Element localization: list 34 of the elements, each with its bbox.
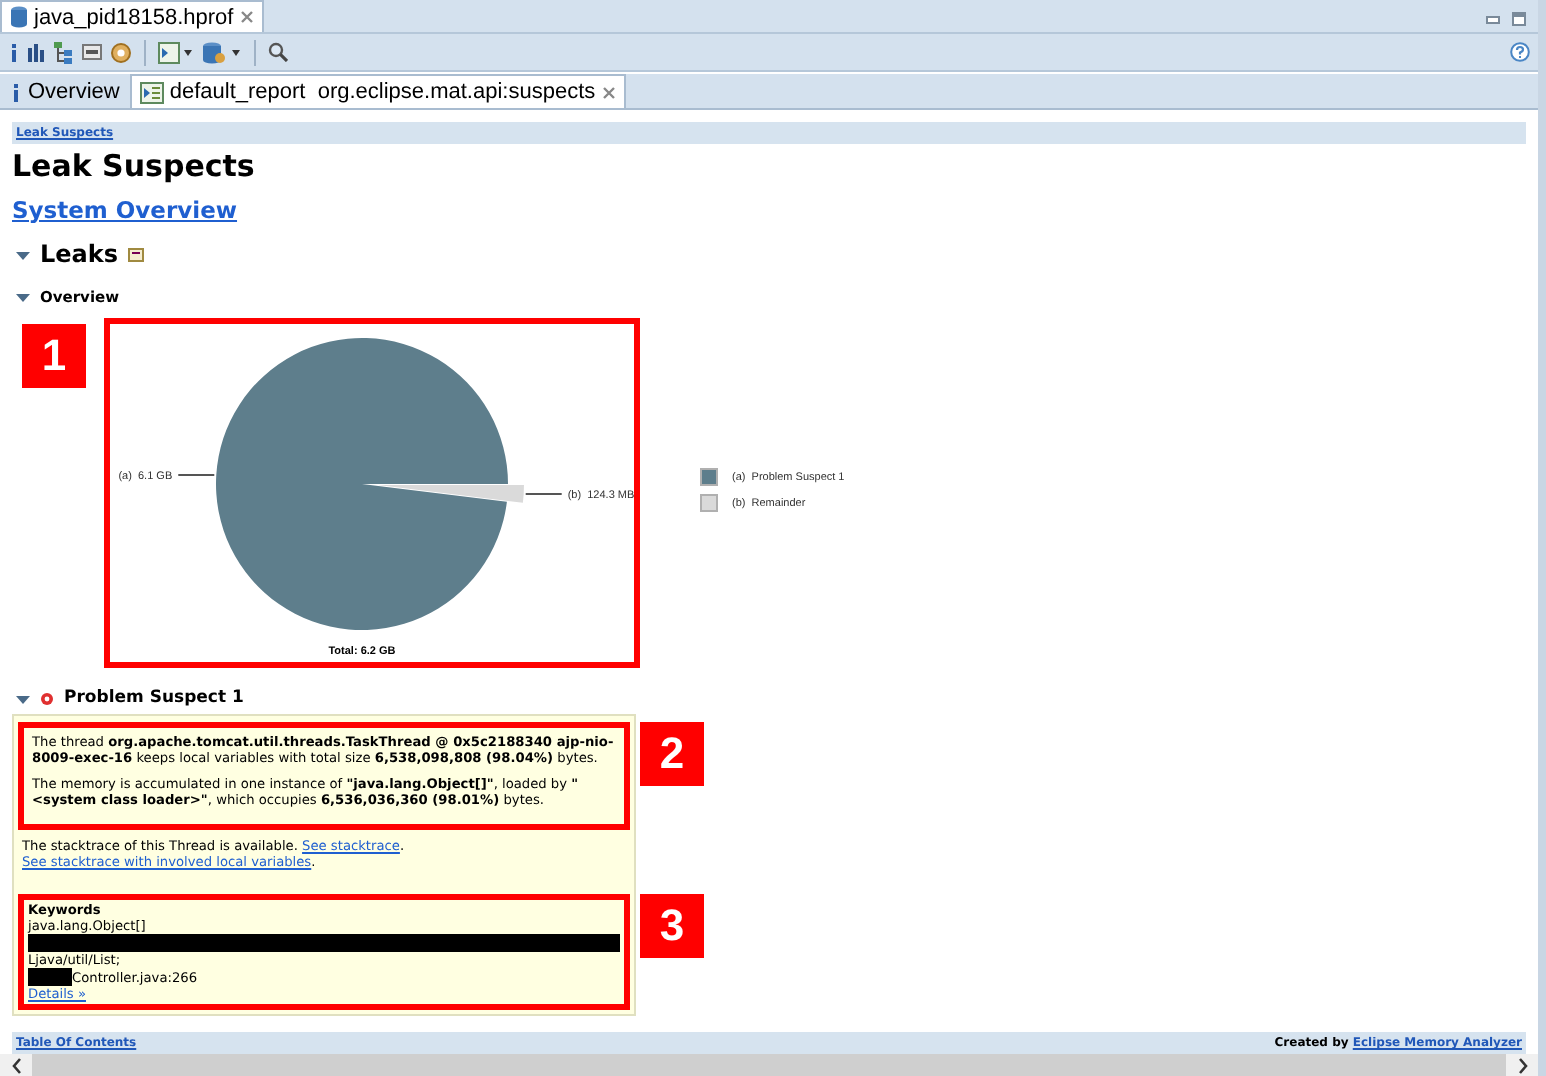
info-icon[interactable] bbox=[8, 41, 20, 63]
database-icon bbox=[10, 6, 28, 28]
annotation-number: 2 bbox=[640, 722, 704, 786]
section-heading: Leaks bbox=[40, 240, 119, 268]
redaction-bar bbox=[28, 968, 72, 986]
error-icon bbox=[40, 691, 54, 705]
minimize-icon[interactable] bbox=[1486, 15, 1500, 23]
search-icon[interactable] bbox=[268, 42, 288, 62]
page-title: Leak Suspects bbox=[12, 148, 257, 184]
scroll-right-icon[interactable] bbox=[1517, 1057, 1527, 1073]
histogram-icon[interactable] bbox=[28, 42, 46, 62]
system-overview-link[interactable]: System Overview bbox=[12, 196, 238, 224]
details-icon[interactable] bbox=[128, 247, 145, 261]
annotation-number: 1 bbox=[22, 324, 86, 388]
view-tab[interactable]: Overview bbox=[0, 74, 130, 108]
tree-icon[interactable] bbox=[54, 41, 74, 63]
help-icon[interactable] bbox=[1510, 42, 1530, 62]
editor-tab[interactable]: java_pid18158.hprof bbox=[0, 0, 264, 32]
collapse-triangle-icon[interactable] bbox=[16, 691, 30, 705]
leader-line bbox=[524, 493, 563, 496]
report-icon bbox=[139, 81, 164, 103]
maximize-icon[interactable] bbox=[1512, 12, 1526, 26]
close-icon[interactable] bbox=[601, 85, 616, 99]
view-tab[interactable]: default_report org.eclipse.mat.api:suspects bbox=[129, 74, 626, 108]
annotation-number: 3 bbox=[640, 894, 704, 958]
run-report-icon[interactable] bbox=[158, 41, 194, 63]
collapse-triangle-icon[interactable] bbox=[16, 247, 30, 261]
scroll-left-icon[interactable] bbox=[11, 1057, 21, 1073]
suspect-heading: Problem Suspect 1 bbox=[64, 688, 244, 708]
database-dropdown-icon[interactable] bbox=[202, 41, 242, 63]
info-icon[interactable] bbox=[10, 81, 22, 103]
leader-line bbox=[177, 473, 216, 476]
collapse-triangle-icon[interactable] bbox=[16, 290, 30, 304]
close-icon[interactable] bbox=[239, 10, 254, 24]
